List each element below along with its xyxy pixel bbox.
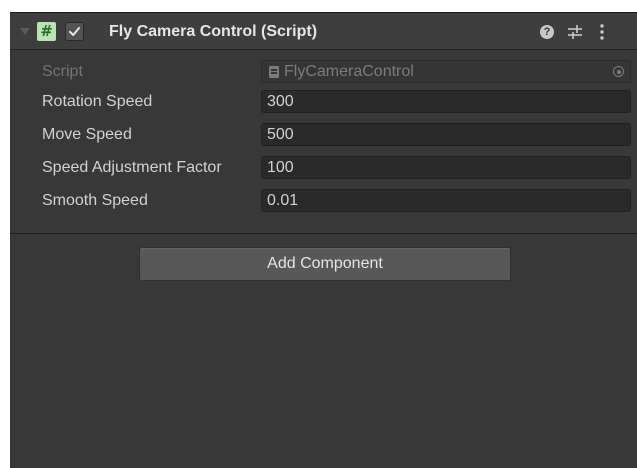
property-row-speed-adjustment-factor: Speed Adjustment Factor 100 <box>10 155 637 180</box>
script-object-field[interactable]: FlyCameraControl <box>261 60 631 83</box>
property-row-rotation-speed: Rotation Speed 300 <box>10 89 637 114</box>
rotation-speed-label: Rotation Speed <box>42 93 153 110</box>
move-speed-field[interactable]: 500 <box>261 123 631 146</box>
property-row-move-speed: Move Speed 500 <box>10 122 637 147</box>
component-title: Fly Camera Control (Script) <box>109 23 318 40</box>
foldout-arrow-icon[interactable] <box>20 28 30 35</box>
speed-adjustment-factor-field[interactable]: 100 <box>261 156 631 179</box>
smooth-speed-field[interactable]: 0.01 <box>261 189 631 212</box>
script-file-icon <box>269 66 279 78</box>
smooth-speed-label: Smooth Speed <box>42 192 148 209</box>
speed-adjustment-factor-label: Speed Adjustment Factor <box>42 159 222 176</box>
move-speed-label: Move Speed <box>42 126 132 143</box>
kebab-menu-icon[interactable] <box>599 23 605 41</box>
script-value: FlyCameraControl <box>284 63 414 80</box>
inspector-panel: # Fly Camera Control (Script) ? Script F… <box>10 12 637 468</box>
add-component-button[interactable]: Add Component <box>139 247 511 281</box>
property-row-script: Script FlyCameraControl <box>10 59 637 84</box>
help-icon[interactable]: ? <box>540 25 554 39</box>
presets-sliders-icon[interactable] <box>567 24 583 40</box>
script-label: Script <box>42 63 83 80</box>
rotation-speed-field[interactable]: 300 <box>261 90 631 113</box>
object-picker-icon[interactable] <box>613 66 624 77</box>
script-hash-icon: # <box>37 22 56 41</box>
checkmark-icon <box>69 27 80 36</box>
component-header[interactable]: # Fly Camera Control (Script) ? <box>10 12 637 50</box>
component-separator <box>10 233 637 234</box>
component-enabled-checkbox[interactable] <box>65 22 84 41</box>
property-row-smooth-speed: Smooth Speed 0.01 <box>10 188 637 213</box>
